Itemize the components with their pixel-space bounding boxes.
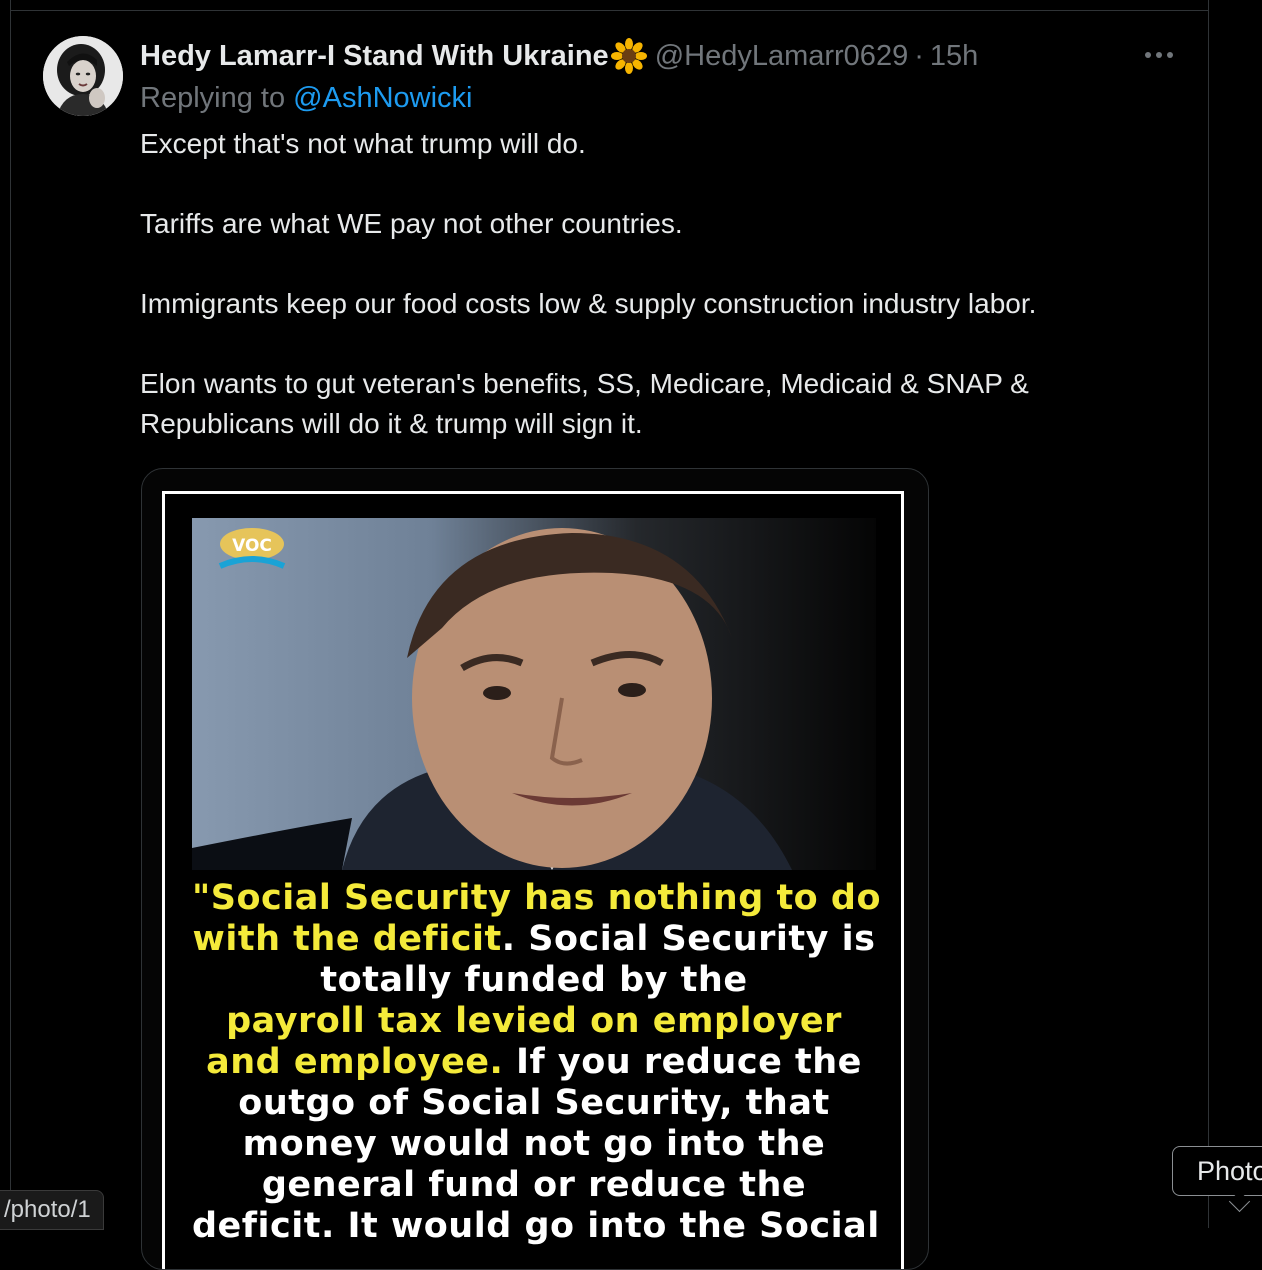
logo-text: VOC — [232, 536, 272, 556]
quote-highlight: payroll tax levied on employer — [226, 1001, 842, 1041]
quote-line: money would not go into the — [192, 1124, 876, 1165]
reply-mention-link[interactable]: @AshNowicki — [293, 82, 472, 114]
quote-plain: totally funded by the — [320, 960, 748, 1000]
tweet-column: Hedy Lamarr-I Stand With Ukraine @HedyLa… — [10, 0, 1209, 1270]
more-options-icon[interactable] — [1141, 40, 1177, 70]
quote-line: with the deficit. Social Security is — [192, 919, 876, 960]
quote-text: "Social Security has nothing to do with t… — [192, 878, 881, 1247]
tweet-body: Except that's not what trump will do. Ta… — [140, 124, 1160, 444]
browser-status-url: /photo/1 — [0, 1190, 104, 1230]
replying-to: Replying to @AshNowicki — [140, 82, 472, 115]
divider — [11, 10, 1208, 11]
replying-to-label: Replying to — [140, 82, 286, 114]
portrait-image — [192, 528, 792, 870]
media-photo[interactable]: VOC "Social Security has nothing to do wi… — [141, 468, 929, 1270]
display-name[interactable]: Hedy Lamarr-I Stand With Ukraine — [140, 40, 609, 73]
quote-plain: outgo of Social Security, that — [238, 1083, 830, 1123]
sunflower-icon — [610, 38, 647, 74]
quote-line: outgo of Social Security, that — [192, 1083, 876, 1124]
photo-tooltip: Photo — [1172, 1146, 1262, 1196]
quote-plain: deficit. It would go into the Social — [192, 1206, 880, 1246]
avatar-portrait-icon — [43, 36, 123, 116]
tweet-header: Hedy Lamarr-I Stand With Ukraine @HedyLa… — [140, 38, 978, 74]
voc-logo: VOC — [212, 522, 292, 587]
quote-line: and employee. If you reduce the — [192, 1042, 876, 1083]
quote-plain: money would not go into the — [242, 1124, 826, 1164]
quote-line: general fund or reduce the — [192, 1165, 876, 1206]
quote-line: deficit. It would go into the Social — [192, 1206, 879, 1247]
quote-highlight: with the deficit — [192, 919, 502, 959]
quote-plain: general fund or reduce the — [261, 1165, 807, 1205]
user-handle[interactable]: @HedyLamarr0629 — [655, 40, 909, 73]
quote-plain: . Social Security is — [501, 919, 876, 959]
tweet-paragraph: Immigrants keep our food costs low & sup… — [140, 288, 1037, 319]
quote-poster: VOC "Social Security has nothing to do wi… — [162, 491, 904, 1269]
tweet-paragraph: Tariffs are what WE pay not other countr… — [140, 208, 683, 239]
quote-highlight: and employee. — [206, 1042, 504, 1082]
quote-line: totally funded by the — [192, 960, 876, 1001]
tweet-paragraph: Except that's not what trump will do. — [140, 128, 586, 159]
portrait-photo: VOC — [192, 518, 876, 870]
quote-plain: If you reduce the — [503, 1042, 862, 1082]
quote-highlight: "Social Security has nothing to do — [192, 878, 882, 918]
avatar[interactable] — [43, 36, 123, 116]
separator-dot: · — [914, 39, 924, 72]
quote-line: payroll tax levied on employer — [192, 1001, 876, 1042]
quote-line: "Social Security has nothing to do — [192, 878, 881, 919]
timestamp[interactable]: 15h — [930, 40, 978, 73]
tweet-paragraph: Elon wants to gut veteran's benefits, SS… — [140, 368, 1029, 439]
